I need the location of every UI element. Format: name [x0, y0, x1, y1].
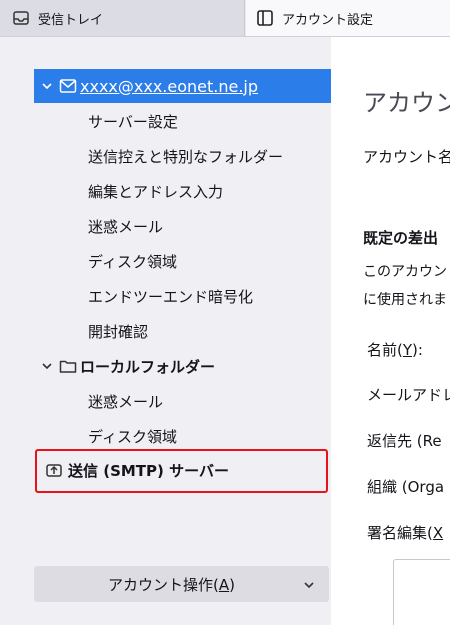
tab-bar: 受信トレイ アカウント設定	[0, 0, 450, 37]
chevron-down-icon	[303, 577, 315, 589]
page-title: アカウント	[363, 89, 450, 117]
tab-inbox-label: 受信トレイ	[38, 12, 104, 28]
identity-description-line1: このアカウント	[363, 264, 450, 280]
tree-item-server-settings[interactable]: サーバー設定	[88, 104, 178, 138]
tree-item-return-receipts[interactable]: 開封確認	[88, 314, 148, 348]
account-actions-button[interactable]: アカウント操作(A)	[34, 566, 329, 602]
smtp-server-label: 送信 (SMTP) サーバー	[68, 461, 229, 480]
account-actions-label: アカウント操作(A)	[108, 575, 235, 594]
tab-account-settings[interactable]: アカウント設定	[246, 0, 450, 36]
default-identity-heading: 既定の差出	[363, 229, 439, 247]
tab-account-settings-label: アカウント設定	[282, 12, 374, 28]
identity-description-line2: に使用されま	[363, 292, 447, 308]
account-name-label: アカウント名(	[363, 148, 450, 166]
tree-item-smtp-server[interactable]: 送信 (SMTP) サーバー	[44, 455, 229, 485]
tree-item-junk[interactable]: 迷惑メール	[88, 209, 163, 243]
chevron-down-icon[interactable]	[40, 79, 54, 93]
tree-item-disk-space[interactable]: ディスク領域	[88, 244, 177, 278]
tree-item-copies-folders[interactable]: 送信控えと特別なフォルダー	[88, 139, 283, 173]
chevron-down-icon[interactable]	[40, 359, 54, 373]
email-label: メールアドレス	[367, 386, 450, 404]
signature-textarea[interactable]	[393, 559, 450, 625]
tree-item-local-junk[interactable]: 迷惑メール	[88, 384, 163, 418]
reply-to-label: 返信先 (Re	[367, 432, 442, 450]
envelope-icon	[58, 77, 78, 95]
inbox-icon	[12, 9, 30, 27]
folder-icon	[58, 357, 78, 375]
tab-inbox[interactable]: 受信トレイ	[0, 0, 245, 36]
signature-label: 署名編集(X	[367, 524, 444, 542]
account-name-link[interactable]: xxxx@xxx.eonet.ne.jp	[80, 77, 258, 96]
local-folders-label: ローカルフォルダー	[80, 357, 216, 376]
tree-item-e2e-encryption[interactable]: エンドツーエンド暗号化	[88, 279, 253, 313]
tree-item-composition[interactable]: 編集とアドレス入力	[88, 174, 223, 208]
organization-label: 組織 (Orga	[367, 478, 445, 496]
settings-panel-icon	[256, 9, 274, 27]
outbox-icon	[44, 461, 64, 479]
tree-item-account[interactable]: xxxx@xxx.eonet.ne.jp	[34, 69, 331, 103]
tree-item-local-disk-space[interactable]: ディスク領域	[88, 419, 177, 453]
name-label: 名前(Y):	[367, 341, 423, 359]
account-settings-pane: アカウント アカウント名( 既定の差出 このアカウント に使用されま 名前(Y)…	[331, 37, 450, 625]
tree-item-local-folders[interactable]: ローカルフォルダー	[34, 349, 331, 383]
